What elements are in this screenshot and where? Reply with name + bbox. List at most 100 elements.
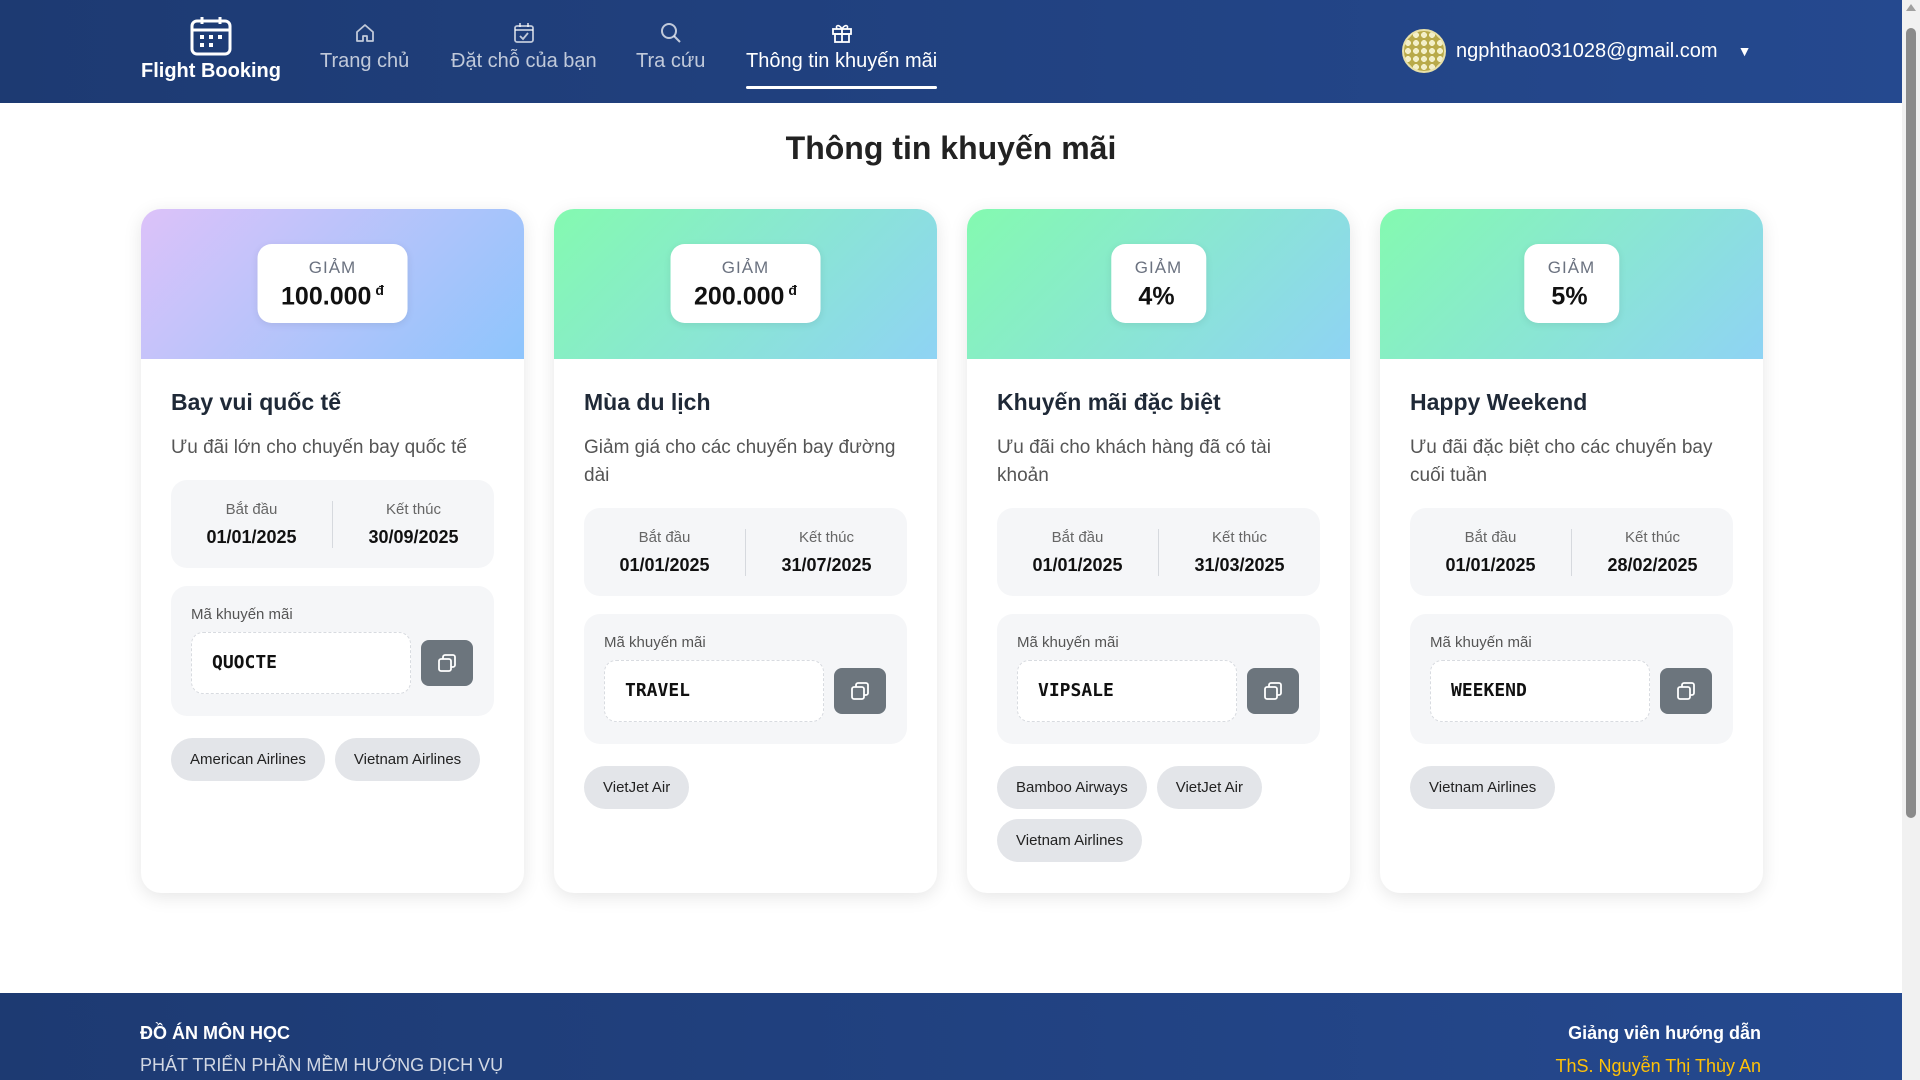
currency-symbol: đ <box>788 282 797 298</box>
start-date: 01/01/2025 <box>1032 554 1123 575</box>
copy-icon <box>1677 682 1695 700</box>
end-date-label: Kết thúc <box>1624 528 1681 546</box>
end-date-label: Kết thúc <box>385 500 442 518</box>
copy-code-button[interactable] <box>834 668 886 714</box>
promo-dates: Bắt đầu 01/01/2025 Kết thúc 30/09/2025 <box>171 480 494 568</box>
promo-description: Ưu đãi đặc biệt cho các chuyến bay cuối … <box>1410 437 1713 486</box>
nav-home[interactable]: Trang chủ <box>320 22 409 73</box>
airline-chip: Bamboo Airways <box>997 766 1147 809</box>
airline-chip: American Airlines <box>171 738 325 781</box>
promo-card: GIẢM 4% Khuyến mãi đặc biệt Ưu đãi cho k… <box>967 209 1350 893</box>
promo-code-label: Mã khuyến mãi <box>604 634 706 651</box>
promo-card-header: GIẢM 200.000 đ <box>554 209 937 359</box>
promo-code-field[interactable]: VIPSALE <box>1017 660 1237 722</box>
start-date-label: Bắt đầu <box>638 528 691 546</box>
scroll-up-arrow-icon[interactable] <box>1906 4 1916 11</box>
calendar-logo-icon <box>190 17 232 56</box>
user-menu[interactable]: ngphthao031028@gmail.com ▼ <box>1402 29 1751 73</box>
promo-card: GIẢM 200.000 đ Mùa du lịch Giảm giá cho c… <box>554 209 937 893</box>
copy-code-button[interactable] <box>421 640 473 686</box>
promo-description: Ưu đãi cho khách hàng đã có tài khoản <box>997 437 1271 486</box>
start-date-label: Bắt đầu <box>1464 528 1517 546</box>
airline-chips: American Airlines Vietnam Airlines <box>171 738 494 781</box>
top-navbar: Flight Booking Trang chủ Đặt chỗ của bạn… <box>0 0 1902 103</box>
promo-description: Giảm giá cho các chuyến bay đường dài <box>584 437 896 486</box>
gift-icon <box>831 24 852 43</box>
nav-lookup-label: Tra cứu <box>636 50 706 72</box>
promo-title: Happy Weekend <box>1410 389 1588 415</box>
copy-code-button[interactable] <box>1247 668 1299 714</box>
discount-label: GIẢM <box>1547 258 1596 277</box>
promo-title: Bay vui quốc tế <box>171 389 341 415</box>
end-date: 31/07/2025 <box>781 554 872 575</box>
nav-promotions[interactable]: Thông tin khuyến mãi <box>746 22 938 89</box>
start-date-label: Bắt đầu <box>1051 528 1104 546</box>
end-date-label: Kết thúc <box>798 528 855 546</box>
user-email: ngphthao031028@gmail.com <box>1456 39 1718 62</box>
discount-value: 200.000 đ <box>694 282 797 311</box>
home-icon <box>355 24 374 42</box>
copy-icon <box>851 682 869 700</box>
promo-description: Ưu đãi lớn cho chuyến bay quốc tế <box>171 437 467 458</box>
copy-icon <box>1264 682 1282 700</box>
promo-title: Khuyến mãi đặc biệt <box>997 389 1221 415</box>
scroll-thumb[interactable] <box>1906 28 1916 818</box>
discount-value: 5% <box>1551 282 1588 311</box>
nav-my-bookings-label: Đặt chỗ của bạn <box>451 50 597 72</box>
end-date: 28/02/2025 <box>1607 554 1698 575</box>
promo-code-box: Mã khuyến mãi WEEKEND <box>1410 614 1733 744</box>
airline-chips: Bamboo Airways VietJet Air Vietnam Airline… <box>997 766 1320 862</box>
promo-code-label: Mã khuyến mãi <box>191 606 293 623</box>
copy-icon <box>438 654 456 672</box>
airline-chip: Vietnam Airlines <box>334 738 481 781</box>
discount-badge: GIẢM 5% <box>1523 244 1620 324</box>
airline-chip: VietJet Air <box>584 766 690 809</box>
brand-link[interactable]: Flight Booking <box>140 16 282 83</box>
discount-badge: GIẢM 200.000 đ <box>670 244 821 324</box>
end-date-label: Kết thúc <box>1211 528 1268 546</box>
discount-value: 4% <box>1138 282 1175 311</box>
promo-card: GIẢM 100.000 đ Bay vui quốc tế Ưu đãi lớn… <box>141 209 524 893</box>
discount-label: GIẢM <box>721 258 770 277</box>
brand-text: Flight Booking <box>141 60 281 82</box>
nav-lookup[interactable]: Tra cứu <box>636 22 705 73</box>
discount-label: GIẢM <box>1134 258 1183 277</box>
avatar <box>1402 29 1446 73</box>
active-tab-indicator <box>746 86 938 89</box>
promo-card-header: GIẢM 5% <box>1380 209 1763 359</box>
promo-dates: Bắt đầu 01/01/2025 Kết thúc 31/03/2025 <box>997 508 1320 596</box>
discount-badge: GIẢM 100.000 đ <box>257 244 408 324</box>
airline-chips: Vietnam Airlines <box>1410 766 1733 809</box>
promo-code-field[interactable]: TRAVEL <box>604 660 824 722</box>
nav-my-bookings[interactable]: Đặt chỗ của bạn <box>451 22 597 73</box>
promo-card-header: GIẢM 4% <box>967 209 1350 359</box>
promo-code-label: Mã khuyến mãi <box>1430 634 1532 651</box>
promo-dates: Bắt đầu 01/01/2025 Kết thúc 28/02/2025 <box>1410 508 1733 596</box>
calendar-check-icon <box>513 23 534 43</box>
search-icon <box>660 23 681 43</box>
advisor-name: ThS. Nguyễn Thị Thùy An <box>1555 1056 1761 1076</box>
airline-chip: Vietnam Airlines <box>997 819 1143 862</box>
promo-code-box: Mã khuyến mãi QUOCTE <box>171 586 494 716</box>
copy-code-button[interactable] <box>1660 668 1712 714</box>
chevron-down-icon: ▼ <box>1737 43 1752 59</box>
airline-chip: VietJet Air <box>1156 766 1262 809</box>
footer: ĐỒ ÁN MÔN HỌC PHÁT TRIỂN PHẦN MỀM HƯỚNG … <box>0 993 1902 1080</box>
promo-code-field[interactable]: WEEKEND <box>1430 660 1650 722</box>
start-date: 01/01/2025 <box>206 526 297 547</box>
page-title: Thông tin khuyến mãi <box>785 130 1117 166</box>
discount-label: GIẢM <box>308 258 357 277</box>
discount-badge: GIẢM 4% <box>1110 244 1207 324</box>
currency-symbol: đ <box>375 282 384 298</box>
start-date: 01/01/2025 <box>1445 554 1536 575</box>
promo-code-box: Mã khuyến mãi TRAVEL <box>584 614 907 744</box>
start-date: 01/01/2025 <box>619 554 710 575</box>
promo-dates: Bắt đầu 01/01/2025 Kết thúc 31/07/2025 <box>584 508 907 596</box>
promo-card: GIẢM 5% Happy Weekend Ưu đãi đặc biệt ch… <box>1380 209 1763 893</box>
end-date: 30/09/2025 <box>368 526 459 547</box>
start-date-label: Bắt đầu <box>225 500 278 518</box>
scrollbar[interactable] <box>1902 0 1920 1080</box>
promo-code-box: Mã khuyến mãi VIPSALE <box>997 614 1320 744</box>
promo-code-field[interactable]: QUOCTE <box>191 632 411 694</box>
footer-subtitle: PHÁT TRIỂN PHẦN MỀM HƯỚNG DỊCH VỤ <box>140 1055 504 1075</box>
